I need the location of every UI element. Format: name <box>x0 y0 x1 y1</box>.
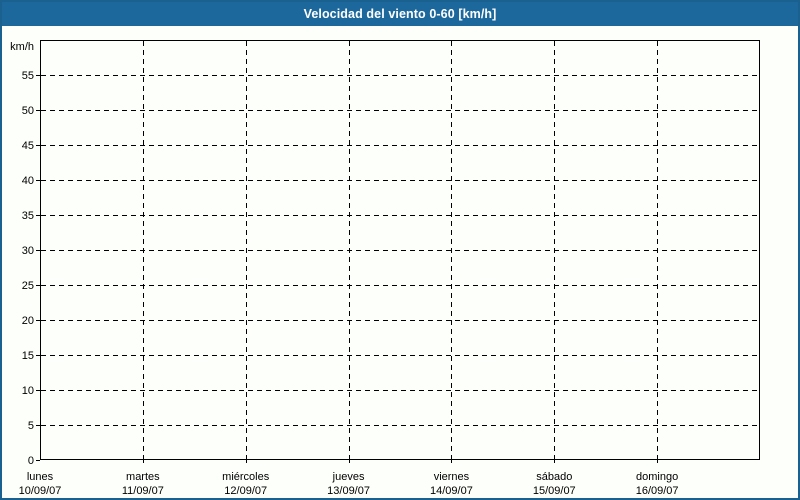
x-date-label: 13/09/07 <box>327 485 370 497</box>
y-axis-unit-label: km/h <box>10 41 34 53</box>
x-day-label: viernes <box>434 471 470 483</box>
x-date-label: 11/09/07 <box>122 485 164 497</box>
y-tick-label: 55 <box>22 70 34 82</box>
plot-border <box>41 41 760 460</box>
x-date-label: 14/09/07 <box>430 485 473 497</box>
y-tick-label: 0 <box>28 455 34 467</box>
x-date-label: 15/09/07 <box>533 485 576 497</box>
x-day-label: miércoles <box>222 471 270 483</box>
x-date-label: 12/09/07 <box>224 485 267 497</box>
y-tick-label: 35 <box>22 210 34 222</box>
x-day-label: lunes <box>27 471 54 483</box>
y-tick-label: 15 <box>22 350 34 362</box>
y-tick-label: 10 <box>22 385 34 397</box>
x-day-label: martes <box>126 471 160 483</box>
y-tick-label: 30 <box>22 245 34 257</box>
plot-area: km/h 0 5 10 15 20 25 30 35 40 45 50 55 lunes 10/09/07… <box>0 0 800 500</box>
x-date-label: 16/09/07 <box>636 485 679 497</box>
y-tick-label: 20 <box>22 315 34 327</box>
chart-window: Velocidad del viento 0-60 [km/h] km/h 05… <box>0 0 800 500</box>
x-day-label: jueves <box>332 471 365 483</box>
y-tick-label: 45 <box>22 140 34 152</box>
y-tick-label: 40 <box>22 175 34 187</box>
x-day-label: sábado <box>536 471 572 483</box>
x-date-label: 10/09/07 <box>19 485 62 497</box>
y-tick-label: 50 <box>22 105 34 117</box>
y-tick-label: 25 <box>22 280 34 292</box>
y-tick-label: 5 <box>28 420 34 432</box>
x-day-label: domingo <box>636 471 678 483</box>
